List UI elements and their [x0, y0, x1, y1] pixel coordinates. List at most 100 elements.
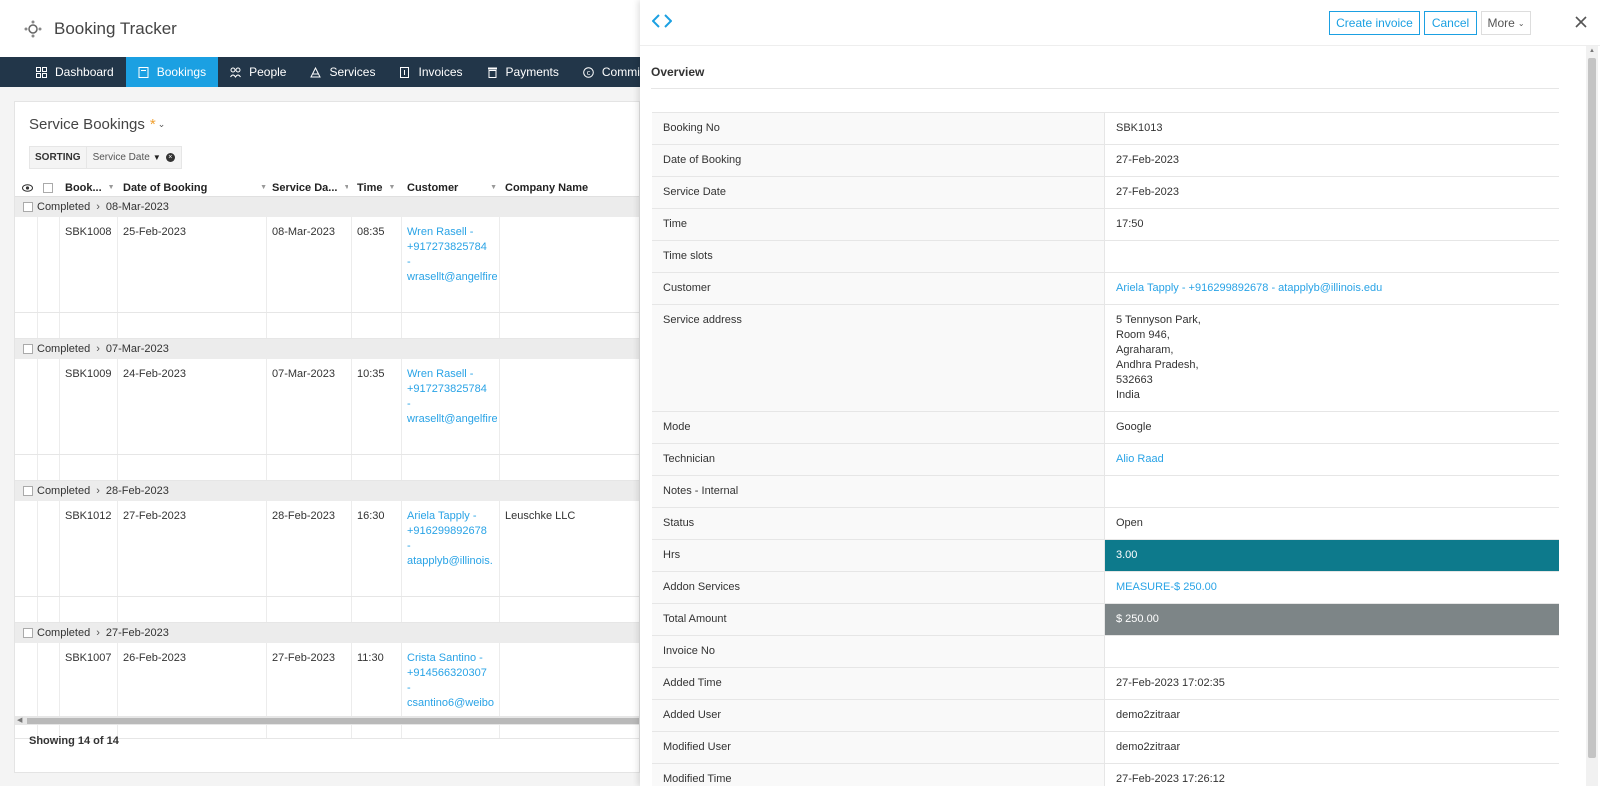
detail-value: 3.00 — [1105, 540, 1559, 571]
cell-booking-no[interactable]: SBK1007 — [65, 651, 111, 666]
detail-row-modified-user: Modified User demo2zitraar — [652, 732, 1559, 764]
group-checkbox[interactable] — [23, 486, 33, 496]
remove-sort-icon[interactable]: × — [165, 153, 175, 162]
column-visibility-icon[interactable] — [22, 178, 33, 197]
customer-line[interactable]: atapplyb@illinois. — [407, 554, 497, 569]
cell-customer[interactable]: Wren Rasell - +917273825784- wrasellt@ange… — [407, 367, 497, 427]
sort-chip[interactable]: Service Date ▼ × — [86, 146, 182, 169]
customer-line[interactable]: Ariela Tapply - — [407, 509, 497, 524]
group-row[interactable]: Completed › 27-Feb-2023 — [15, 623, 639, 643]
cell-booking-no[interactable]: SBK1008 — [65, 225, 111, 240]
customer-line[interactable]: +917273825784 — [407, 240, 497, 255]
detail-value[interactable]: Ariela Tapply - +916299892678 - atapplyb… — [1105, 273, 1559, 304]
customer-line[interactable]: Wren Rasell - — [407, 367, 497, 382]
column-divider — [117, 217, 118, 312]
app-logo-icon — [22, 18, 44, 40]
customer-line[interactable]: wrasellt@angelfire — [407, 412, 497, 427]
address-line: 532663 — [1116, 374, 1153, 386]
create-invoice-button[interactable]: Create invoice — [1329, 11, 1420, 35]
cell-customer[interactable]: Wren Rasell - +917273825784- wrasellt@ange… — [407, 225, 497, 285]
cell-customer[interactable]: Crista Santino - +914566320307- csantino6@… — [407, 651, 497, 711]
address-line: Agraharam, — [1116, 344, 1174, 356]
cancel-button[interactable]: Cancel — [1424, 11, 1477, 35]
column-header-company-name[interactable]: Company Name — [505, 178, 588, 197]
column-header-service-date[interactable]: Service Da...▼ — [272, 178, 348, 197]
cell-booking-no[interactable]: SBK1012 — [65, 509, 111, 524]
more-button[interactable]: More ⌄ — [1481, 11, 1531, 35]
detail-label: Modified Time — [652, 764, 1105, 786]
column-divider — [351, 359, 352, 454]
nav-item-bookings[interactable]: Bookings — [125, 57, 219, 87]
chevron-right-icon: › — [96, 201, 100, 213]
detail-label: Date of Booking — [652, 145, 1105, 176]
group-checkbox[interactable] — [23, 344, 33, 354]
column-header-time[interactable]: Time ▼ — [357, 178, 399, 197]
group-row[interactable]: Completed › 28-Feb-2023 — [15, 481, 639, 501]
customer-line[interactable]: - — [407, 539, 497, 554]
nav-item-commis[interactable]: c Commis — [571, 57, 640, 87]
select-all-checkbox[interactable] — [43, 178, 53, 197]
nav-item-payments[interactable]: Payments — [475, 57, 571, 87]
scrollbar-thumb[interactable] — [1588, 58, 1596, 758]
table-row[interactable]: SBK1008 25-Feb-2023 08-Mar-2023 08:35 Wren R… — [15, 217, 639, 313]
customer-line[interactable]: +916299892678 — [407, 524, 497, 539]
table-row[interactable]: SBK1012 27-Feb-2023 28-Feb-2023 16:30 Ariela… — [15, 501, 639, 597]
group-date: 08-Mar-2023 — [105, 201, 169, 213]
detail-value[interactable]: MEASURE-$ 250.00 — [1105, 572, 1559, 603]
customer-line[interactable]: - — [407, 397, 497, 412]
customer-line[interactable]: - — [407, 681, 497, 696]
group-row[interactable]: Completed › 08-Mar-2023 — [15, 197, 639, 217]
detail-row-added-time: Added Time 27-Feb-2023 17:02:35 — [652, 668, 1559, 700]
column-header-booking-no[interactable]: Book... ▼ — [65, 178, 117, 197]
detail-table: Booking No SBK1013 Date of Booking 27-Feb-2… — [652, 112, 1559, 786]
chevron-right-icon: › — [96, 343, 100, 355]
column-header-customer[interactable]: Customer ▼ — [407, 178, 497, 197]
column-divider — [117, 501, 118, 596]
group-date: 27-Feb-2023 — [105, 627, 169, 639]
column-header-date-of-booking[interactable]: Date of Booking ▼ — [123, 178, 267, 197]
close-icon[interactable] — [1574, 15, 1588, 29]
bookings-list-view: Service Bookings * ⌄ SORTING Service Dat… — [14, 101, 640, 773]
customer-line[interactable]: +917273825784 — [407, 382, 497, 397]
invoices-icon — [399, 66, 410, 78]
vertical-scrollbar[interactable]: ▲ — [1586, 46, 1598, 786]
detail-value[interactable]: Alio Raad — [1105, 444, 1559, 475]
customer-line[interactable]: csantino6@weibo — [407, 696, 497, 711]
scrollbar-thumb[interactable] — [27, 718, 639, 724]
scroll-up-icon[interactable]: ▲ — [1589, 48, 1595, 54]
view-title[interactable]: Service Bookings * ⌄ — [29, 116, 165, 133]
scroll-left-icon[interactable]: ◀ — [17, 716, 22, 724]
detail-value — [1105, 636, 1559, 667]
column-divider — [499, 455, 500, 480]
detail-value: 17:50 — [1105, 209, 1559, 240]
chevron-down-icon[interactable]: ⌄ — [158, 119, 166, 130]
nav-item-dashboard[interactable]: Dashboard — [24, 57, 126, 87]
customer-line[interactable]: wrasellt@angelfire — [407, 270, 497, 285]
cell-date-of-booking: 27-Feb-2023 — [123, 510, 186, 522]
customer-line[interactable]: Crista Santino - — [407, 651, 497, 666]
sort-desc-icon[interactable]: ▼ — [153, 153, 161, 162]
detail-label: Addon Services — [652, 572, 1105, 603]
column-divider — [401, 455, 402, 480]
detail-label: Total Amount — [652, 604, 1105, 635]
column-divider — [351, 501, 352, 596]
group-checkbox[interactable] — [23, 628, 33, 638]
group-checkbox[interactable] — [23, 202, 33, 212]
group-row[interactable]: Completed › 07-Mar-2023 — [15, 339, 639, 359]
horizontal-scrollbar[interactable]: ◀ — [15, 716, 639, 725]
nav-item-invoices[interactable]: Invoices — [387, 57, 474, 87]
table-row[interactable]: SBK1009 24-Feb-2023 07-Mar-2023 10:35 Wren R… — [15, 359, 639, 455]
column-divider — [37, 597, 38, 622]
customer-line[interactable]: Wren Rasell - — [407, 225, 497, 240]
detail-row-service-address: Service address 5 Tennyson Park, Room 946,… — [652, 305, 1559, 412]
nav-item-services[interactable]: Services — [298, 57, 387, 87]
nav-item-people[interactable]: People — [218, 57, 298, 87]
cell-customer[interactable]: Ariela Tapply - +916299892678- atapplyb@il… — [407, 509, 497, 569]
cell-booking-no[interactable]: SBK1009 — [65, 367, 111, 382]
code-view-icon[interactable] — [651, 13, 673, 29]
detail-label: Time slots — [652, 241, 1105, 272]
nav-item-label: Services — [329, 65, 376, 79]
customer-line[interactable]: - — [407, 255, 497, 270]
detail-row-service-date: Service Date 27-Feb-2023 — [652, 177, 1559, 209]
customer-line[interactable]: +914566320307 — [407, 666, 497, 681]
